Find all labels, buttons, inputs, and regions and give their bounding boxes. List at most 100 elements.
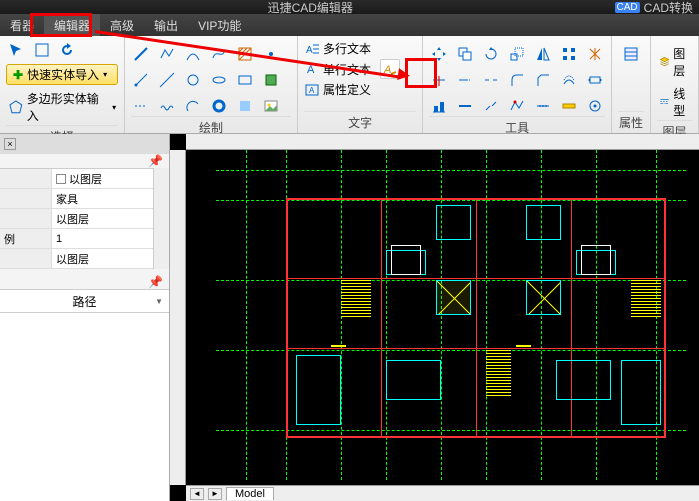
snap-icon[interactable] — [585, 96, 605, 116]
prop-value: 以图层 — [56, 211, 89, 227]
panel-close-button[interactable]: × — [4, 138, 16, 150]
quick-import-button[interactable]: ✚ 快速实体导入 ▾ — [6, 64, 118, 85]
fillet-icon[interactable] — [507, 70, 527, 90]
text-button[interactable]: 单行文本 — [323, 61, 371, 78]
svg-text:A: A — [307, 64, 315, 76]
cad-badge-icon: CAD — [615, 2, 640, 13]
explode-icon[interactable] — [585, 44, 605, 64]
menu-editor[interactable]: 编辑器 — [44, 14, 100, 36]
group-label-tools: 工具 — [429, 116, 605, 136]
prop-row[interactable]: 例1 — [0, 229, 153, 249]
prop-value: 1 — [56, 233, 62, 245]
construction-icon[interactable] — [131, 96, 151, 116]
ribbon-group-props: 属性 — [612, 36, 651, 133]
circle-icon[interactable] — [183, 70, 203, 90]
checkbox-icon[interactable] — [56, 174, 66, 184]
chevron-down-icon: ▾ — [103, 70, 107, 79]
tab-next-button[interactable]: ► — [208, 488, 222, 500]
undo-icon[interactable] — [58, 40, 78, 60]
spline-icon[interactable] — [209, 44, 229, 64]
menu-output[interactable]: 输出 — [144, 14, 188, 36]
prop-value: 以图层 — [56, 251, 89, 267]
select-window-icon[interactable] — [32, 40, 52, 60]
linetype-icon — [659, 94, 670, 110]
copy-icon[interactable] — [455, 44, 475, 64]
array-icon[interactable] — [559, 44, 579, 64]
menu-vip[interactable]: VIP功能 — [188, 14, 251, 36]
quick-import-label: 快速实体导入 — [27, 66, 99, 83]
properties-panel: × 📌 以图层 家具 以图层 例1 以图层 📌 路径 — [0, 134, 170, 501]
path-list — [0, 313, 169, 501]
chamfer-icon[interactable] — [533, 70, 553, 90]
join-icon[interactable] — [481, 96, 501, 116]
pin-icon[interactable]: 📌 — [148, 154, 163, 168]
tab-prev-button[interactable]: ◄ — [190, 488, 204, 500]
move-icon[interactable] — [429, 44, 449, 64]
layout-tab-model[interactable]: Model — [226, 487, 274, 500]
measure-icon[interactable] — [559, 96, 579, 116]
scrollbar-vertical[interactable] — [153, 168, 169, 269]
prop-row[interactable]: 以图层 — [0, 209, 153, 229]
extend-icon[interactable] — [455, 70, 475, 90]
prop-row[interactable]: 家具 — [0, 189, 153, 209]
drawing-area: ◄ ► Model — [170, 134, 699, 501]
attrdef-icon: A — [304, 82, 320, 98]
mtext-icon: A — [304, 41, 320, 57]
ribbon: ✚ 快速实体导入 ▾ 多边形实体输入 ▾ 选择 — [0, 36, 699, 134]
offset-icon[interactable] — [559, 70, 579, 90]
rect-icon[interactable] — [235, 70, 255, 90]
trim-icon[interactable] — [429, 70, 449, 90]
edit-poly-icon[interactable] — [507, 96, 527, 116]
prop-row[interactable]: 以图层 — [0, 169, 153, 189]
prop-row[interactable]: 以图层 — [0, 249, 153, 269]
path-column-header[interactable]: 路径 — [0, 289, 169, 313]
menu-advanced[interactable]: 高级 — [100, 14, 144, 36]
insert-block-icon[interactable] — [261, 70, 281, 90]
rotate-icon[interactable] — [481, 44, 501, 64]
text-style-button[interactable]: A — [380, 59, 400, 79]
arc-icon[interactable] — [183, 44, 203, 64]
group-label-props: 属性 — [618, 111, 644, 131]
ribbon-group-text: A 多行文本 A 单行文本 A A 属性定义 文字 — [298, 36, 423, 133]
lengthen-icon[interactable] — [455, 96, 475, 116]
plus-icon: ✚ — [13, 68, 23, 82]
arc3-icon[interactable] — [183, 96, 203, 116]
hatch-icon[interactable] — [235, 44, 255, 64]
freehand-icon[interactable] — [157, 96, 177, 116]
select-icon[interactable] — [6, 40, 26, 60]
ray-icon[interactable] — [131, 70, 151, 90]
layers-icon — [659, 54, 670, 70]
align-icon[interactable] — [429, 96, 449, 116]
break-icon[interactable] — [481, 70, 501, 90]
cad-convert-label[interactable]: CAD转换 — [644, 0, 693, 16]
stretch-icon[interactable] — [585, 70, 605, 90]
group-label-draw: 绘制 — [131, 116, 291, 136]
attrdef-button[interactable]: 属性定义 — [323, 81, 371, 98]
mirror-icon[interactable] — [533, 44, 553, 64]
properties-icon[interactable] — [621, 44, 641, 64]
menu-viewer[interactable]: 看器 — [0, 14, 44, 36]
svg-text:A: A — [309, 86, 315, 95]
point-icon[interactable] — [261, 44, 281, 64]
ellipse-icon[interactable] — [209, 70, 229, 90]
image-icon[interactable] — [261, 96, 281, 116]
mtext-button[interactable]: 多行文本 — [323, 40, 371, 57]
divide-icon[interactable] — [533, 96, 553, 116]
prop-key: 例 — [0, 229, 52, 248]
xline-icon[interactable] — [157, 70, 177, 90]
prop-value: 以图层 — [69, 171, 102, 187]
line-icon[interactable] — [131, 44, 151, 64]
statusbar: ◄ ► Model — [186, 485, 699, 501]
region-icon[interactable] — [235, 96, 255, 116]
layer-manager-button[interactable]: 图层 — [657, 44, 692, 80]
polygon-input-button[interactable]: 多边形实体输入 ▾ — [6, 89, 118, 125]
pin-icon[interactable]: 📌 — [148, 275, 163, 289]
cad-canvas[interactable] — [186, 150, 699, 485]
svg-text:A: A — [383, 64, 391, 76]
prop-value: 家具 — [56, 191, 78, 207]
linetype-button[interactable]: 线型 — [657, 84, 692, 120]
polyline-icon[interactable] — [157, 44, 177, 64]
scale-icon[interactable] — [507, 44, 527, 64]
donut-icon[interactable] — [209, 96, 229, 116]
ribbon-group-draw: 绘制 — [125, 36, 298, 133]
